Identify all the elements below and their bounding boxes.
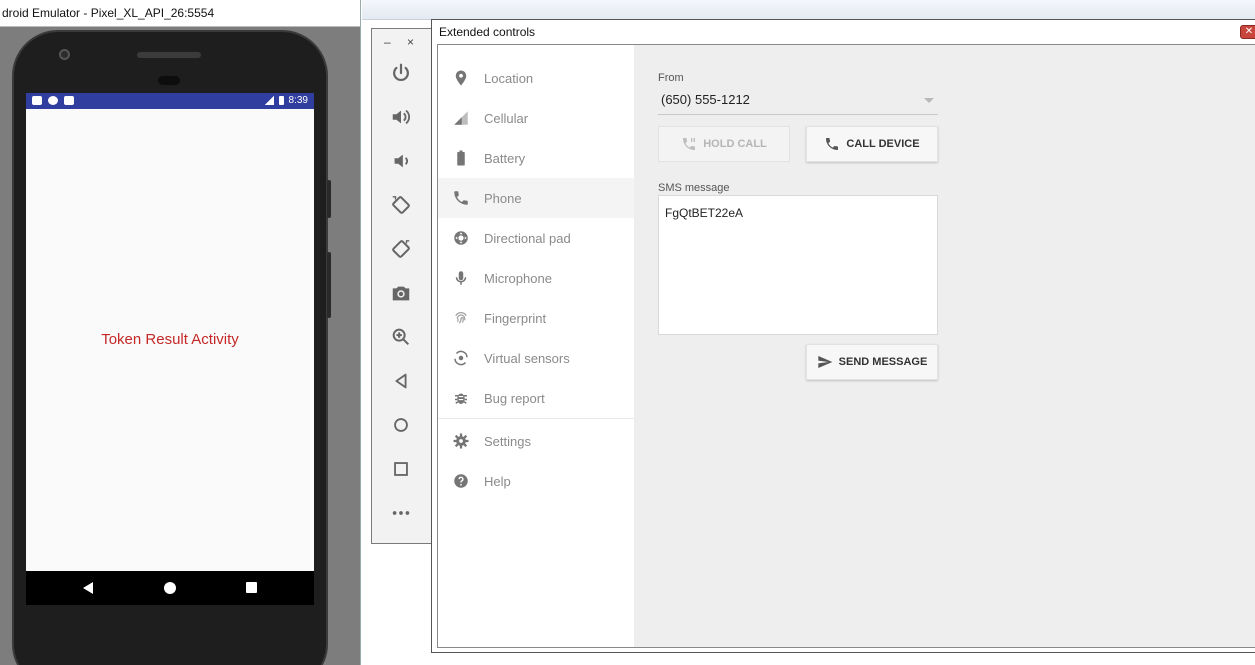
nav-item-label: Virtual sensors xyxy=(484,350,570,366)
send-icon xyxy=(818,356,833,368)
battery-icon xyxy=(278,96,284,105)
call-device-button[interactable]: CALL DEVICE xyxy=(806,126,938,162)
nav-item-label: Settings xyxy=(484,433,531,449)
sd-card-icon xyxy=(64,96,74,105)
signal-icon xyxy=(438,109,484,127)
background-toolbar xyxy=(362,0,1255,20)
send-message-button[interactable]: SEND MESSAGE xyxy=(806,344,938,380)
zoom-icon[interactable] xyxy=(389,325,413,349)
rotate-left-icon[interactable] xyxy=(389,193,413,217)
fingerprint-icon xyxy=(438,309,484,327)
nav-item-label: Fingerprint xyxy=(484,310,547,326)
extended-controls-body: Location Cellular Battery Phone Directio… xyxy=(437,44,1255,648)
back-icon[interactable] xyxy=(389,369,413,393)
nav-item-battery[interactable]: Battery xyxy=(438,138,634,178)
activity-title: Token Result Activity xyxy=(101,331,239,348)
nav-home-icon[interactable] xyxy=(164,582,176,594)
phone-paused-icon xyxy=(683,138,696,150)
help-icon xyxy=(438,472,484,490)
nav-divider xyxy=(438,418,634,419)
nav-item-phone[interactable]: Phone xyxy=(438,178,634,218)
location-pin-icon xyxy=(438,69,484,87)
status-bar: 8:39 xyxy=(26,93,314,109)
phone-side-button[interactable] xyxy=(327,180,331,218)
close-icon[interactable]: ✕ xyxy=(1240,25,1255,39)
nav-item-bug-report[interactable]: Bug report xyxy=(438,378,634,418)
nav-item-cellular[interactable]: Cellular xyxy=(438,98,634,138)
notification-icon xyxy=(32,96,42,105)
home-icon[interactable] xyxy=(389,413,413,437)
phone-speaker xyxy=(137,52,201,58)
from-number-value: (650) 555-1212 xyxy=(661,92,750,107)
nav-item-virtual-sensors[interactable]: Virtual sensors xyxy=(438,338,634,378)
from-label: From xyxy=(658,72,684,84)
send-message-label: SEND MESSAGE xyxy=(838,356,928,368)
nav-item-label: Bug report xyxy=(484,390,545,406)
sms-message-label: SMS message xyxy=(658,182,730,194)
volume-up-icon[interactable] xyxy=(389,105,413,129)
nav-item-directional-pad[interactable]: Directional pad xyxy=(438,218,634,258)
notification-icons xyxy=(32,96,74,105)
emulator-window: droid Emulator - Pixel_XL_API_26:5554 8:… xyxy=(0,0,360,665)
hold-call-button[interactable]: HOLD CALL xyxy=(658,126,790,162)
rotate-right-icon[interactable] xyxy=(389,237,413,261)
emulator-side-toolbar: – × xyxy=(371,28,433,544)
hold-call-label: HOLD CALL xyxy=(703,138,767,150)
status-right: 8:39 xyxy=(263,95,308,106)
extended-controls-title: Extended controls xyxy=(439,25,536,39)
gear-icon xyxy=(438,432,484,450)
from-number-dropdown[interactable]: (650) 555-1212 xyxy=(658,89,938,115)
nav-item-label: Microphone xyxy=(484,270,552,286)
nav-item-help[interactable]: Help xyxy=(438,461,634,501)
camera-icon[interactable] xyxy=(389,281,413,305)
nav-item-settings[interactable]: Settings xyxy=(438,421,634,461)
nav-back-icon[interactable] xyxy=(83,582,93,594)
nav-item-label: Help xyxy=(484,473,511,489)
phone-icon xyxy=(438,189,484,207)
nav-item-label: Phone xyxy=(484,190,522,206)
extended-controls-titlebar: Extended controls ✕ xyxy=(432,20,1255,44)
nav-item-location[interactable]: Location xyxy=(438,58,634,98)
phone-panel: From (650) 555-1212 HOLD CALL CALL DEVIC… xyxy=(634,45,1255,647)
sms-message-input[interactable]: FgQtBET22eA xyxy=(658,195,938,335)
dpad-icon xyxy=(438,229,484,247)
nav-item-label: Battery xyxy=(484,150,526,166)
sync-icon xyxy=(48,96,58,105)
phone-icon xyxy=(826,138,839,150)
nav-item-label: Location xyxy=(484,70,534,86)
power-icon[interactable] xyxy=(389,61,413,85)
volume-down-icon[interactable] xyxy=(389,149,413,173)
signal-icon xyxy=(263,96,274,105)
phone-camera xyxy=(59,49,70,60)
emulator-title: droid Emulator - Pixel_XL_API_26:5554 xyxy=(2,6,215,20)
extended-nav-panel: Location Cellular Battery Phone Directio… xyxy=(438,45,634,647)
extended-controls-window: Extended controls ✕ Location Cellular Ba… xyxy=(431,19,1255,653)
toolbar-close-button[interactable]: × xyxy=(407,35,414,49)
bug-icon xyxy=(438,389,484,407)
nav-item-microphone[interactable]: Microphone xyxy=(438,258,634,298)
sensors-icon xyxy=(438,349,484,367)
android-nav-bar xyxy=(26,571,314,605)
nav-recents-icon[interactable] xyxy=(246,582,257,593)
phone-sensor xyxy=(158,76,180,85)
call-device-label: CALL DEVICE xyxy=(846,138,920,150)
toolbar-minimize-button[interactable]: – xyxy=(384,35,391,49)
phone-screen[interactable]: 8:39 Token Result Activity xyxy=(26,93,314,605)
more-icon[interactable] xyxy=(389,501,413,525)
phone-volume-button[interactable] xyxy=(327,252,331,318)
battery-icon xyxy=(438,149,484,167)
nav-item-fingerprint[interactable]: Fingerprint xyxy=(438,298,634,338)
nav-item-label: Cellular xyxy=(484,110,529,126)
chevron-down-icon xyxy=(924,98,934,103)
microphone-icon xyxy=(438,269,484,287)
emulator-titlebar: droid Emulator - Pixel_XL_API_26:5554 xyxy=(0,0,360,27)
nav-item-label: Directional pad xyxy=(484,230,571,246)
overview-icon[interactable] xyxy=(389,457,413,481)
status-time: 8:39 xyxy=(288,95,308,106)
